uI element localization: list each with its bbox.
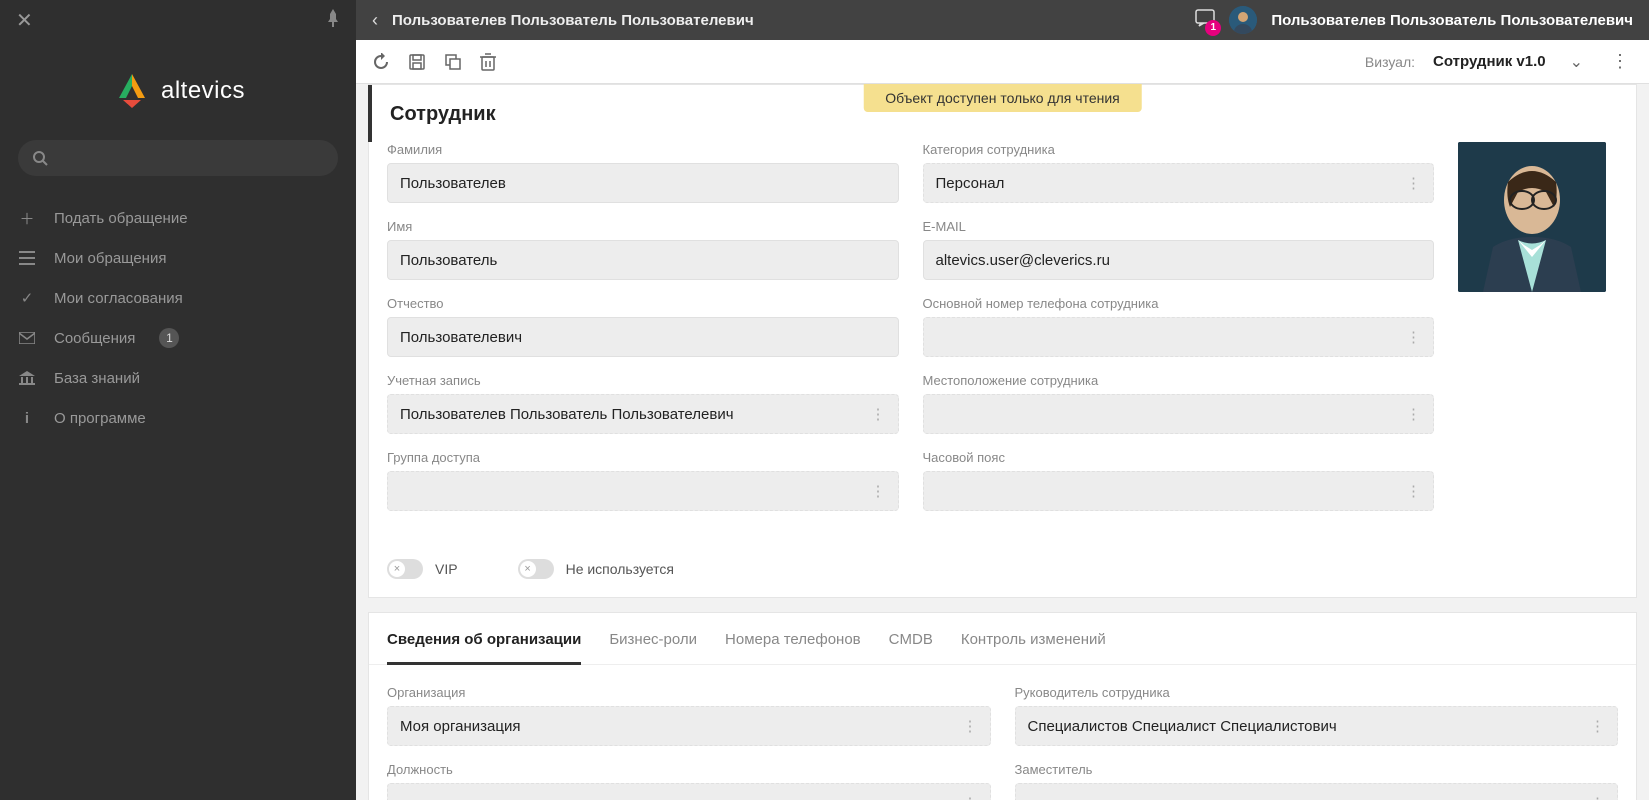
account-field[interactable]: Пользователев Пользователь Пользователев… <box>387 394 899 434</box>
tab-business-roles[interactable]: Бизнес-роли <box>609 631 697 664</box>
sidebar-menu: ＋ Подать обращение Мои обращения ✓ Мои с… <box>0 198 356 438</box>
list-icon <box>18 251 36 265</box>
manager-field[interactable]: Специалистов Специалист Специалистович⋮ <box>1015 706 1619 746</box>
sidebar-item-label: База знаний <box>54 370 140 387</box>
position-label: Должность <box>387 762 991 777</box>
notification-icon[interactable]: 1 <box>1195 9 1215 32</box>
sidebar-item-label: Мои согласования <box>54 290 183 307</box>
toolbar: Визуал: Сотрудник v1.0 ⌄ ⋮ <box>356 40 1649 84</box>
card-org: Сведения об организации Бизнес-роли Номе… <box>368 612 1637 800</box>
search-icon <box>32 150 48 166</box>
sidebar-item-label: Мои обращения <box>54 250 166 267</box>
phone-field[interactable]: ⋮ <box>923 317 1435 357</box>
surname-field[interactable]: Пользователев <box>387 163 899 203</box>
field-menu-icon[interactable]: ⋮ <box>1586 790 1609 800</box>
toggle-switch <box>518 559 554 579</box>
messages-badge: 1 <box>159 328 179 348</box>
readonly-banner: Объект доступен только для чтения <box>863 84 1142 112</box>
account-label: Учетная запись <box>387 373 899 388</box>
topbar: ‹ Пользователев Пользователь Пользовател… <box>356 0 1649 40</box>
mail-icon <box>18 332 36 344</box>
sidebar-item-submit[interactable]: ＋ Подать обращение <box>0 198 356 238</box>
sidebar-item-about[interactable]: i О программе <box>0 398 356 438</box>
email-field[interactable]: altevics.user@cleverics.ru <box>923 240 1435 280</box>
sidebar-item-messages[interactable]: Сообщения 1 <box>0 318 356 358</box>
field-menu-icon[interactable]: ⋮ <box>1402 170 1425 196</box>
sidebar-search-input[interactable] <box>56 150 324 166</box>
group-field[interactable]: ⋮ <box>387 471 899 511</box>
position-field[interactable]: ⋮ <box>387 783 991 800</box>
refresh-icon[interactable] <box>372 53 390 71</box>
info-icon: i <box>18 410 36 427</box>
manager-label: Руководитель сотрудника <box>1015 685 1619 700</box>
name-label: Имя <box>387 219 899 234</box>
tab-phone-numbers[interactable]: Номера телефонов <box>725 631 861 664</box>
user-avatar[interactable] <box>1229 6 1257 34</box>
patronymic-label: Отчество <box>387 296 899 311</box>
tab-org-info[interactable]: Сведения об организации <box>387 631 581 665</box>
back-icon[interactable]: ‹ <box>372 10 378 31</box>
category-label: Категория сотрудника <box>923 142 1435 157</box>
card-employee: Объект доступен только для чтения Сотруд… <box>368 84 1637 598</box>
vip-toggle[interactable]: VIP <box>387 559 458 579</box>
not-used-toggle[interactable]: Не используется <box>518 559 674 579</box>
deputy-label: Заместитель <box>1015 762 1619 777</box>
field-menu-icon[interactable]: ⋮ <box>959 790 982 800</box>
brand-logo: altevics <box>0 40 356 140</box>
content: Объект доступен только для чтения Сотруд… <box>356 84 1649 800</box>
field-menu-icon[interactable]: ⋮ <box>959 713 982 739</box>
sidebar-item-label: О программе <box>54 410 146 427</box>
sidebar-pin-icon[interactable] <box>326 9 340 32</box>
email-label: E-MAIL <box>923 219 1435 234</box>
sidebar-item-kb[interactable]: База знаний <box>0 358 356 398</box>
tab-cmdb[interactable]: CMDB <box>889 631 933 664</box>
bank-icon <box>18 371 36 385</box>
visual-label: Визуал: <box>1365 54 1415 70</box>
toolbar-menu-icon[interactable]: ⋮ <box>1607 51 1633 72</box>
brand-logo-icon <box>111 70 153 112</box>
sidebar-item-label: Подать обращение <box>54 210 188 227</box>
check-icon: ✓ <box>18 289 36 307</box>
patronymic-field[interactable]: Пользователевич <box>387 317 899 357</box>
delete-icon[interactable] <box>480 53 496 71</box>
tz-field[interactable]: ⋮ <box>923 471 1435 511</box>
category-field[interactable]: Персонал⋮ <box>923 163 1435 203</box>
copy-icon[interactable] <box>444 53 462 71</box>
field-menu-icon[interactable]: ⋮ <box>1402 478 1425 504</box>
save-icon[interactable] <box>408 53 426 71</box>
sidebar-search[interactable] <box>18 140 338 176</box>
tabs: Сведения об организации Бизнес-роли Номе… <box>369 613 1636 665</box>
brand-name: altevics <box>161 77 245 105</box>
field-menu-icon[interactable]: ⋮ <box>1402 324 1425 350</box>
sidebar-close-icon[interactable]: ✕ <box>16 8 33 33</box>
visual-name[interactable]: Сотрудник v1.0 <box>1433 53 1546 70</box>
tab-change-control[interactable]: Контроль изменений <box>961 631 1106 664</box>
field-menu-icon[interactable]: ⋮ <box>867 401 890 427</box>
group-label: Группа доступа <box>387 450 899 465</box>
phone-label: Основной номер телефона сотрудника <box>923 296 1435 311</box>
org-field[interactable]: Моя организация⋮ <box>387 706 991 746</box>
field-menu-icon[interactable]: ⋮ <box>867 478 890 504</box>
tz-label: Часовой пояс <box>923 450 1435 465</box>
sidebar: ✕ altevics ＋ Подать обращение Мои обраще… <box>0 0 356 800</box>
field-menu-icon[interactable]: ⋮ <box>1402 401 1425 427</box>
plus-icon: ＋ <box>18 208 36 229</box>
main: ‹ Пользователев Пользователь Пользовател… <box>356 0 1649 800</box>
name-field[interactable]: Пользователь <box>387 240 899 280</box>
page-title: Пользователев Пользователь Пользователев… <box>392 12 1181 29</box>
surname-label: Фамилия <box>387 142 899 157</box>
notification-badge: 1 <box>1205 20 1221 36</box>
chevron-down-icon[interactable]: ⌄ <box>1570 52 1583 72</box>
sidebar-item-approvals[interactable]: ✓ Мои согласования <box>0 278 356 318</box>
employee-photo <box>1458 142 1606 292</box>
location-field[interactable]: ⋮ <box>923 394 1435 434</box>
sidebar-item-my-requests[interactable]: Мои обращения <box>0 238 356 278</box>
location-label: Местоположение сотрудника <box>923 373 1435 388</box>
toggle-switch <box>387 559 423 579</box>
deputy-field[interactable]: ⋮ <box>1015 783 1619 800</box>
field-menu-icon[interactable]: ⋮ <box>1586 713 1609 739</box>
org-label: Организация <box>387 685 991 700</box>
user-name: Пользователев Пользователь Пользователев… <box>1271 12 1633 29</box>
sidebar-item-label: Сообщения <box>54 330 135 347</box>
